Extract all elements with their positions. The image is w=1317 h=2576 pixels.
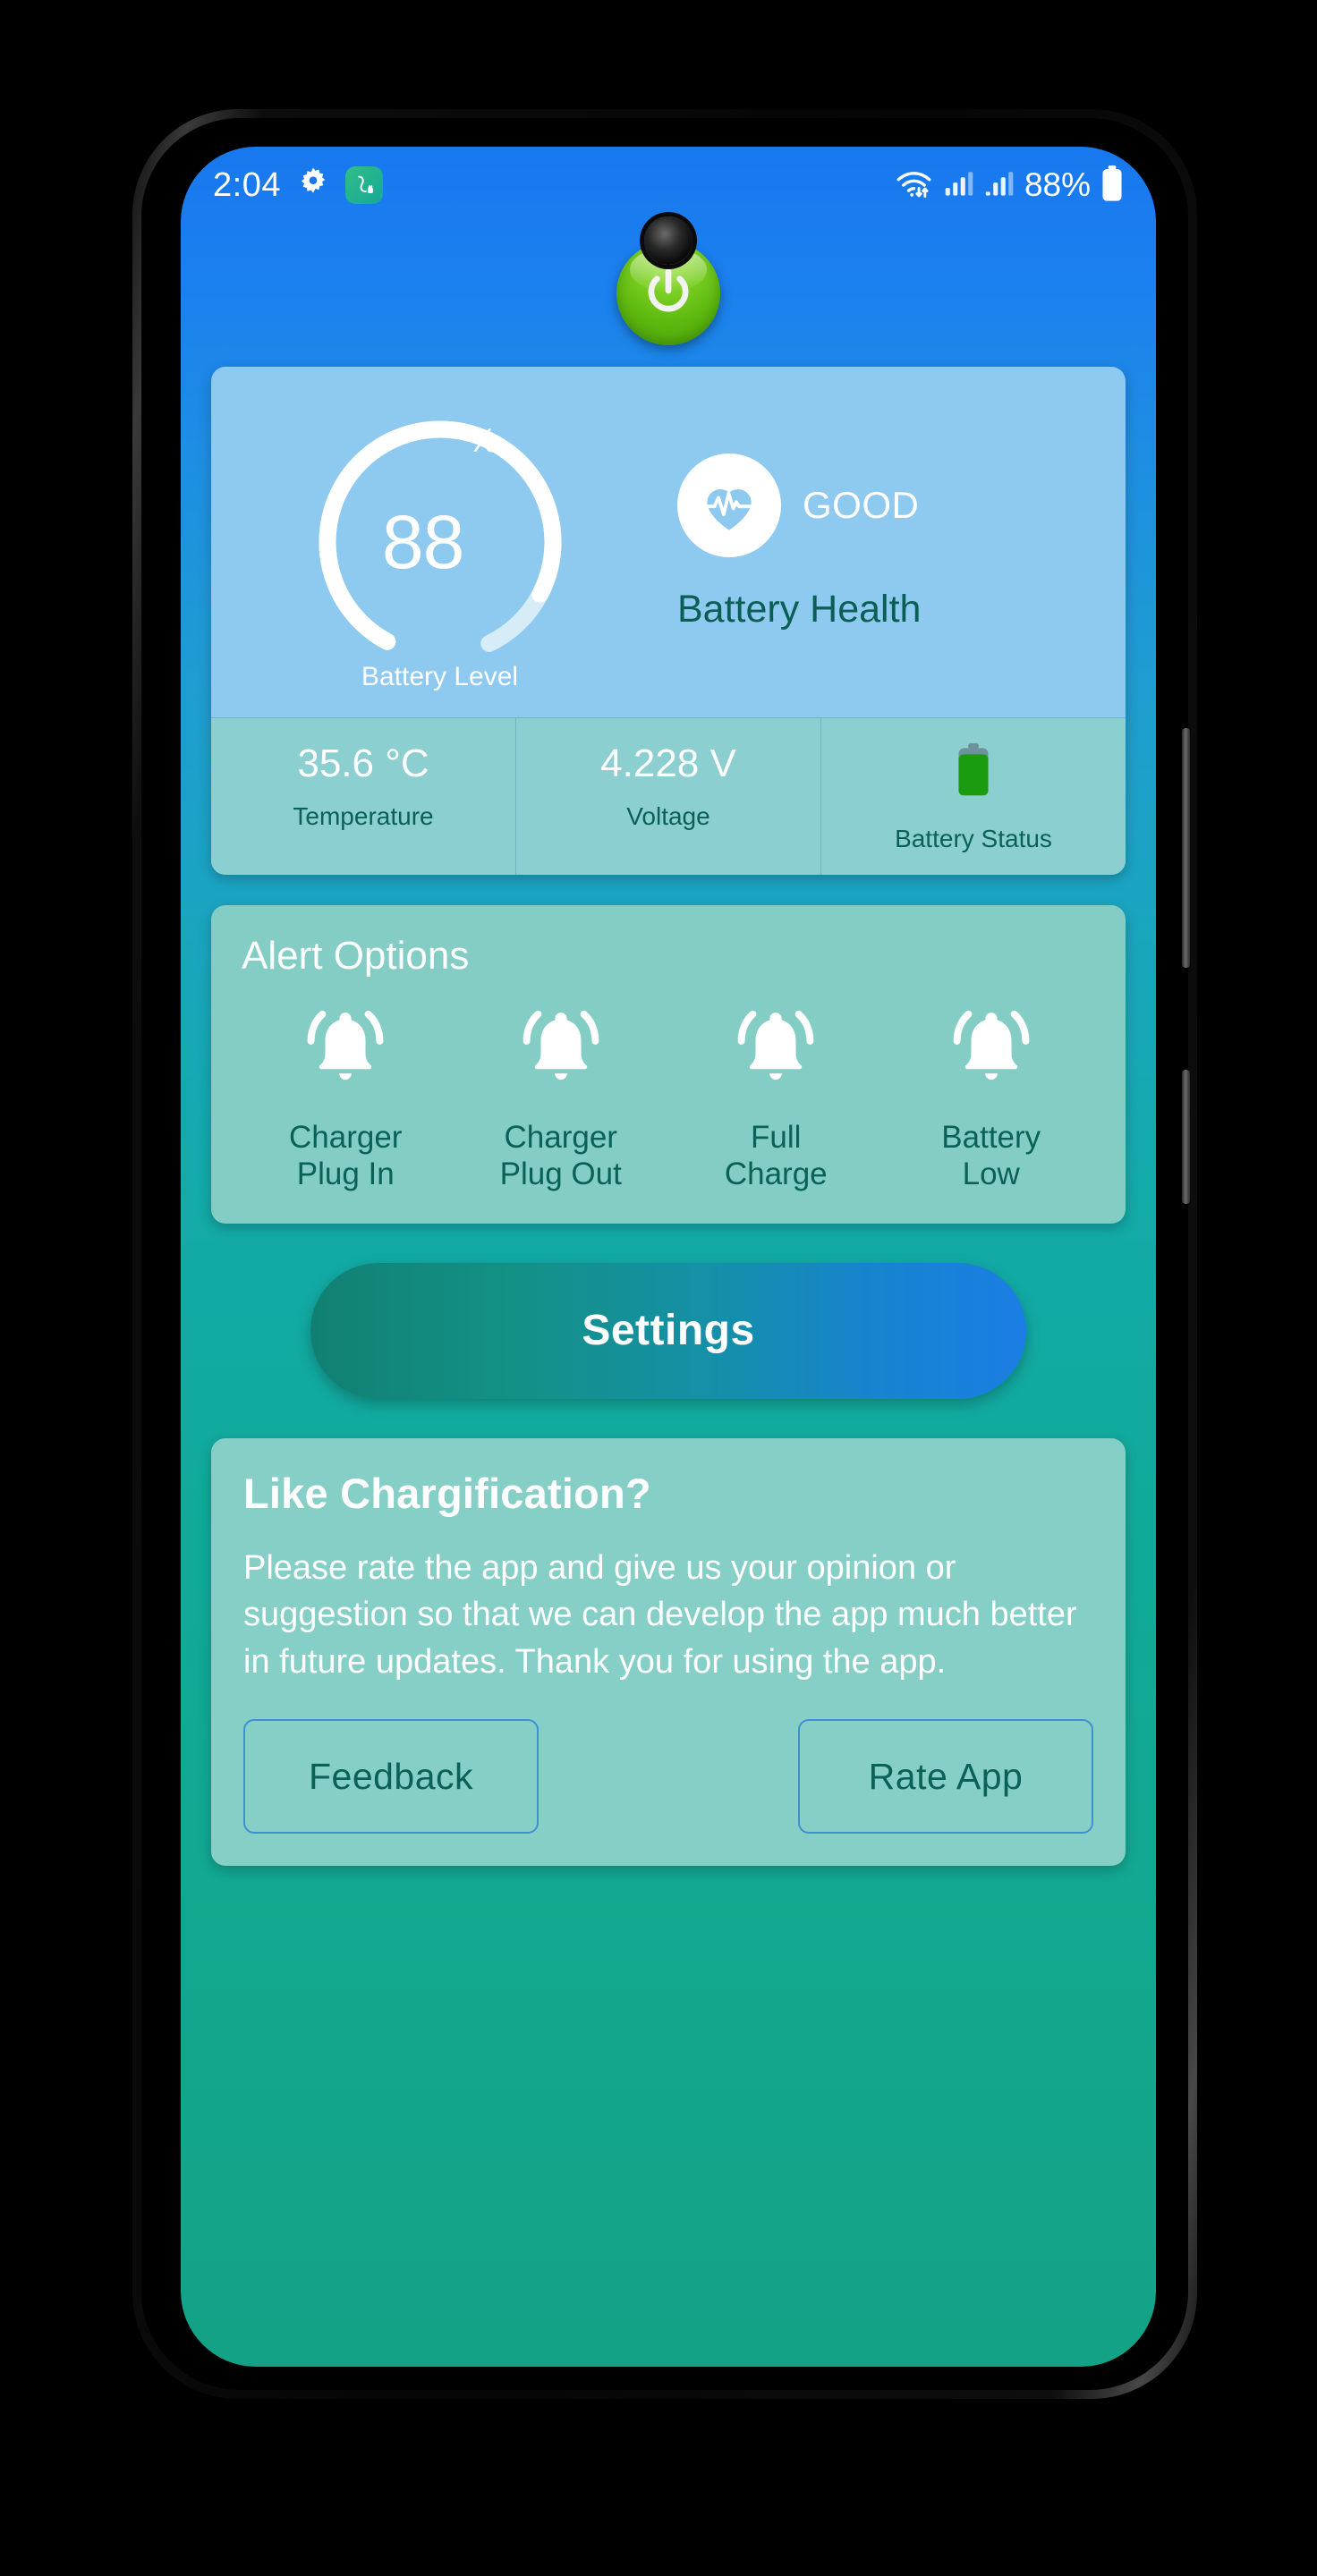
battery-health-column: GOOD Battery Health — [668, 367, 1126, 717]
battery-level-gauge: 88 % Battery Level — [306, 408, 574, 691]
volume-button[interactable] — [1182, 728, 1190, 968]
gauge-level-value: 88 — [381, 500, 464, 584]
status-battery-percent: 88% — [1024, 166, 1091, 203]
gauge-text: 88 % — [306, 408, 574, 676]
stat-voltage-value: 4.228 V — [600, 741, 736, 785]
stat-temperature: 35.6 °C Temperature — [211, 718, 515, 875]
bell-ring-icon — [514, 1000, 608, 1099]
settings-button[interactable]: Settings — [310, 1262, 1026, 1399]
battery-health-value: GOOD — [803, 483, 920, 526]
stat-battery-status-label: Battery Status — [895, 825, 1052, 853]
wifi-icon — [895, 166, 934, 205]
rate-app-card: Like Chargification? Please rate the app… — [211, 1437, 1126, 1867]
signal-bars-icon — [984, 168, 1015, 203]
status-clock: 2:04 — [213, 165, 281, 204]
status-bar-left: 2:04 — [213, 165, 383, 206]
gear-icon — [295, 165, 331, 206]
phone-inner-bezel: 2:04 88% 88 % Battery Level GOOD Battery… — [141, 118, 1190, 2390]
gauge-label: Battery Level — [361, 662, 519, 691]
alert-full-charge[interactable]: Full Charge — [673, 1000, 879, 1193]
bell-ring-icon — [728, 1000, 823, 1099]
battery-info-card: 88 % Battery Level GOOD Battery Health 3… — [211, 367, 1126, 876]
screenshot-stage: 2:04 88% 88 % Battery Level GOOD Battery… — [0, 0, 1317, 2576]
power-side-button[interactable] — [1182, 1070, 1190, 1204]
signal-bars-icon — [944, 168, 974, 203]
front-camera-icon — [644, 216, 692, 265]
alert-options-card: Alert Options Charger Plug In Charger Pl… — [211, 905, 1126, 1224]
alert-label: Full Charge — [724, 1120, 828, 1192]
battery-health-row: GOOD — [677, 453, 1126, 557]
stat-voltage: 4.228 V Voltage — [515, 718, 820, 876]
heart-pulse-icon — [677, 453, 781, 557]
alert-options-title: Alert Options — [242, 934, 470, 979]
phone-screen: 2:04 88% 88 % Battery Level GOOD Battery… — [181, 147, 1156, 2367]
charger-plug-icon — [344, 166, 383, 204]
rate-app-button[interactable]: Rate App — [798, 1719, 1093, 1835]
stat-voltage-label: Voltage — [626, 802, 710, 831]
gauge-percent-symbol: % — [467, 422, 498, 460]
battery-vertical-icon — [953, 743, 994, 807]
bell-ring-icon — [944, 1000, 1039, 1099]
alert-charger-plug-in[interactable]: Charger Plug In — [242, 1000, 449, 1193]
power-icon — [648, 268, 689, 312]
battery-stats-row: 35.6 °C Temperature 4.228 V Voltage Batt… — [211, 717, 1126, 876]
stat-temperature-value: 35.6 °C — [297, 741, 429, 785]
rate-card-title: Like Chargification? — [243, 1469, 651, 1517]
battery-health-label: Battery Health — [677, 587, 922, 631]
alert-label: Battery Low — [941, 1120, 1041, 1192]
alert-charger-plug-out[interactable]: Charger Plug Out — [457, 1000, 664, 1193]
alert-label: Charger Plug In — [289, 1120, 403, 1192]
rate-card-body: Please rate the app and give us your opi… — [243, 1548, 1077, 1681]
status-bar: 2:04 88% — [181, 147, 1156, 224]
app-content: 88 % Battery Level GOOD Battery Health 3… — [181, 224, 1156, 2367]
battery-gauge-column: 88 % Battery Level — [211, 367, 668, 717]
bell-ring-icon — [298, 1000, 393, 1099]
stat-temperature-label: Temperature — [293, 802, 434, 831]
alert-label: Charger Plug Out — [499, 1120, 622, 1192]
alert-battery-low[interactable]: Battery Low — [888, 1000, 1094, 1193]
rate-card-buttons: Feedback Rate App — [243, 1719, 1093, 1835]
battery-full-icon — [1100, 165, 1124, 206]
battery-card-top: 88 % Battery Level GOOD Battery Health — [211, 367, 1126, 717]
alert-options-grid: Charger Plug In Charger Plug Out Full Ch… — [238, 1000, 1099, 1193]
status-bar-right: 88% — [895, 165, 1124, 206]
stat-battery-status: Battery Status — [820, 718, 1126, 876]
phone-frame: 2:04 88% 88 % Battery Level GOOD Battery… — [132, 109, 1197, 2399]
feedback-button[interactable]: Feedback — [243, 1719, 539, 1835]
